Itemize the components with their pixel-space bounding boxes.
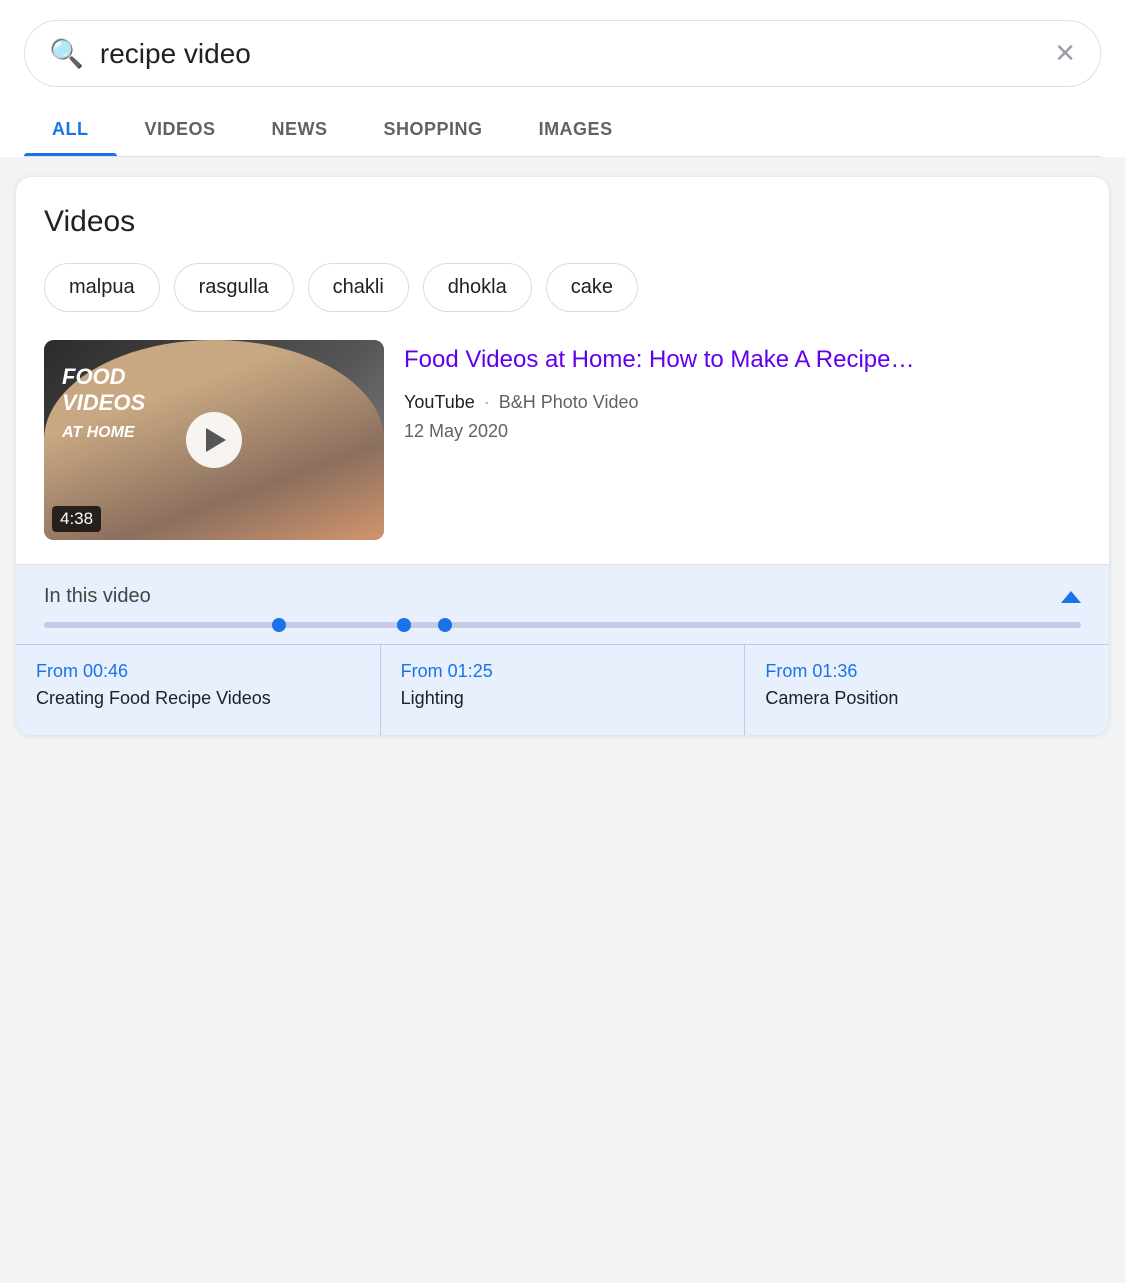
segment-1-time[interactable]: From 00:46 bbox=[36, 661, 360, 682]
play-button[interactable] bbox=[186, 412, 242, 468]
tab-videos[interactable]: VIDEOS bbox=[117, 103, 244, 156]
search-input[interactable] bbox=[100, 38, 1054, 70]
segment-2: From 01:25 Lighting bbox=[381, 645, 746, 735]
search-icon: 🔍 bbox=[49, 37, 84, 70]
duration-badge: 4:38 bbox=[52, 506, 101, 532]
segment-1-desc: Creating Food Recipe Videos bbox=[36, 686, 360, 711]
thumbnail-overlay-text: FOOD VIDEOS AT HOME bbox=[62, 364, 145, 443]
segment-3-time[interactable]: From 01:36 bbox=[765, 661, 1089, 682]
in-this-video-label: In this video bbox=[44, 585, 151, 608]
chip-cake[interactable]: cake bbox=[546, 263, 638, 312]
play-triangle-icon bbox=[206, 428, 226, 452]
chevron-up-icon[interactable] bbox=[1061, 591, 1081, 603]
in-this-video-header: In this video bbox=[44, 585, 1081, 608]
in-this-video-section: In this video From 00:46 Creating Food R… bbox=[16, 564, 1109, 735]
videos-card: Videos malpua rasgulla chakli dhokla cak… bbox=[16, 177, 1109, 735]
video-meta: YouTube · B&H Photo Video bbox=[404, 388, 1081, 417]
chip-rasgulla[interactable]: rasgulla bbox=[174, 263, 294, 312]
timeline-segments: From 00:46 Creating Food Recipe Videos F… bbox=[16, 644, 1109, 735]
tab-all[interactable]: ALL bbox=[24, 103, 117, 156]
video-channel: B&H Photo Video bbox=[499, 392, 639, 412]
chip-dhokla[interactable]: dhokla bbox=[423, 263, 532, 312]
video-thumbnail[interactable]: FOOD VIDEOS AT HOME 4:38 bbox=[44, 340, 384, 540]
timeline-dot-1 bbox=[272, 618, 286, 632]
timeline-dot-3 bbox=[438, 618, 452, 632]
meta-separator: · bbox=[484, 392, 495, 412]
segment-3: From 01:36 Camera Position bbox=[745, 645, 1109, 735]
main-content: Videos malpua rasgulla chakli dhokla cak… bbox=[0, 157, 1125, 755]
tab-news[interactable]: NEWS bbox=[244, 103, 356, 156]
video-result: FOOD VIDEOS AT HOME 4:38 Food Videos at … bbox=[44, 340, 1081, 540]
segment-2-time[interactable]: From 01:25 bbox=[401, 661, 725, 682]
segment-3-desc: Camera Position bbox=[765, 686, 1089, 711]
timeline-bar bbox=[44, 622, 1081, 628]
chip-chakli[interactable]: chakli bbox=[308, 263, 409, 312]
video-title[interactable]: Food Videos at Home: How to Make A Recip… bbox=[404, 344, 1081, 376]
segment-1: From 00:46 Creating Food Recipe Videos bbox=[16, 645, 381, 735]
clear-icon[interactable]: ✕ bbox=[1054, 38, 1076, 69]
segment-2-desc: Lighting bbox=[401, 686, 725, 711]
video-date: 12 May 2020 bbox=[404, 417, 1081, 446]
video-source: YouTube bbox=[404, 392, 475, 412]
video-info: Food Videos at Home: How to Make A Recip… bbox=[404, 340, 1081, 540]
chips-row: malpua rasgulla chakli dhokla cake bbox=[44, 263, 1081, 312]
search-bar: 🔍 ✕ bbox=[24, 20, 1101, 87]
tab-shopping[interactable]: SHOPPING bbox=[356, 103, 511, 156]
tab-images[interactable]: IMAGES bbox=[511, 103, 641, 156]
timeline-dot-2 bbox=[397, 618, 411, 632]
top-bar: 🔍 ✕ ALL VIDEOS NEWS SHOPPING IMAGES bbox=[0, 0, 1125, 157]
chip-malpua[interactable]: malpua bbox=[44, 263, 160, 312]
search-tabs: ALL VIDEOS NEWS SHOPPING IMAGES bbox=[24, 103, 1101, 156]
videos-heading: Videos bbox=[44, 205, 1081, 239]
